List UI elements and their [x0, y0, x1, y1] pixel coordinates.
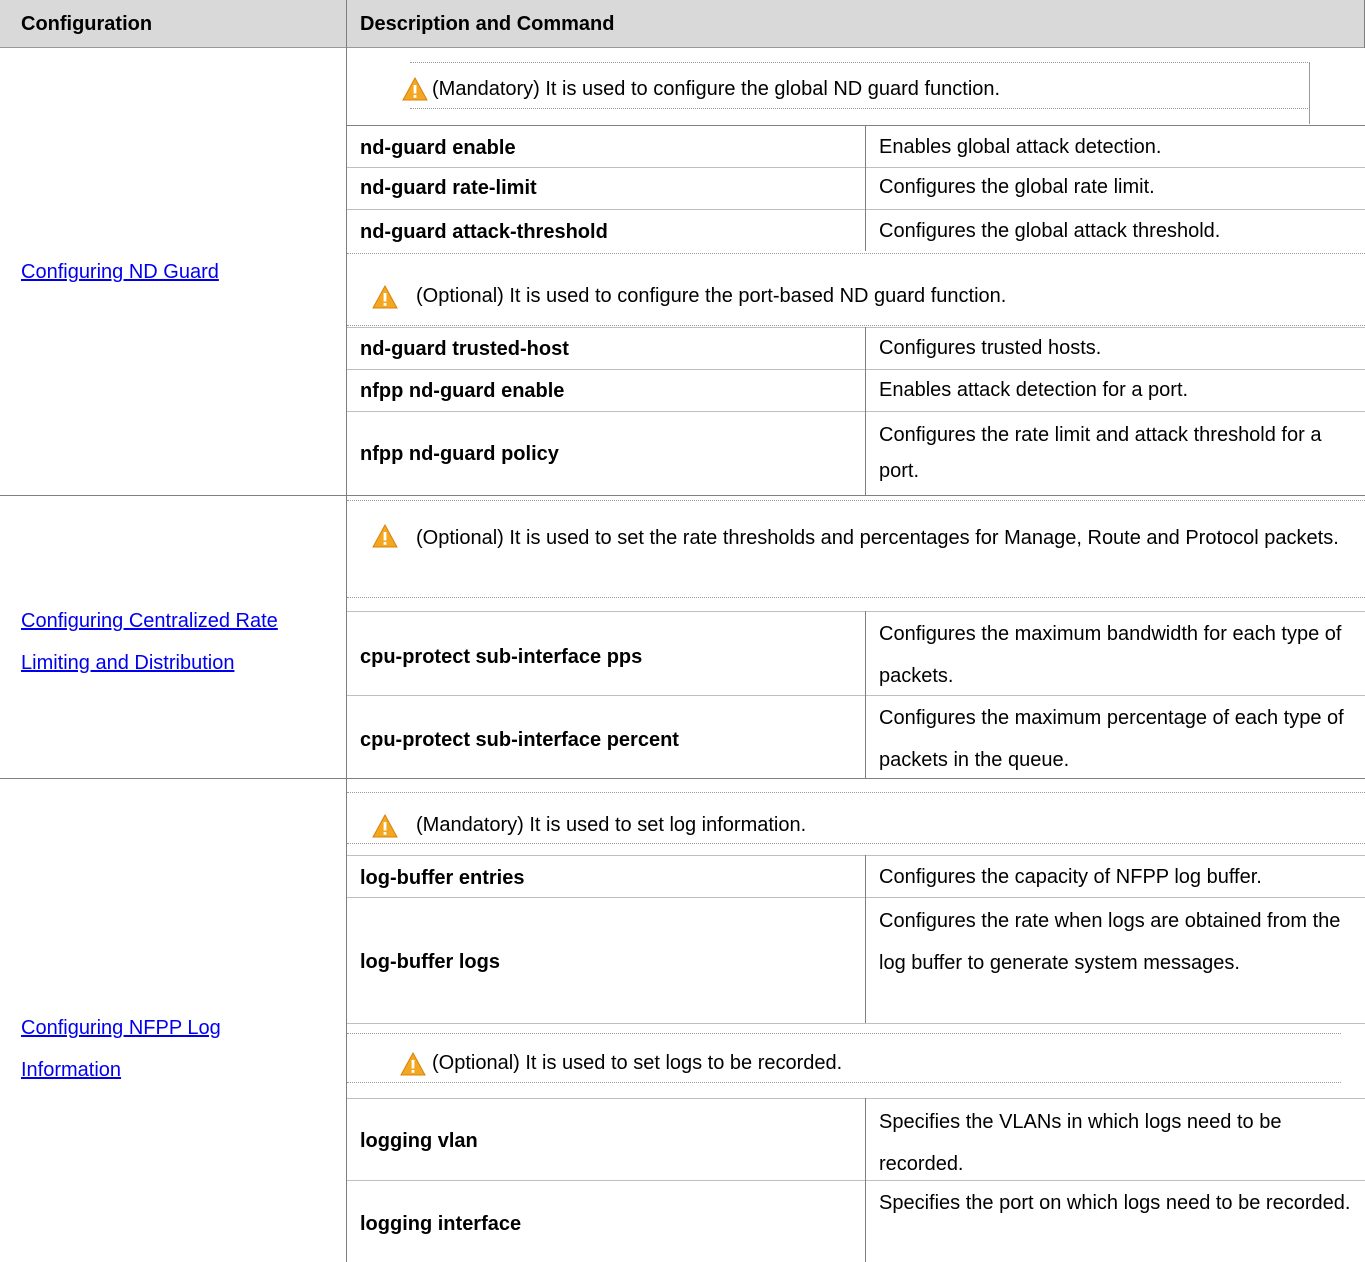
- row-divider: [347, 125, 1365, 126]
- note-border: [347, 1082, 1341, 1083]
- header-description: Description and Command: [360, 13, 615, 35]
- command-nd-guard-rate-limit: nd-guard rate-limit: [360, 177, 537, 199]
- command-cpu-protect-percent: cpu-protect sub-interface percent: [360, 729, 679, 751]
- command-nfpp-nd-guard-enable: nfpp nd-guard enable: [360, 380, 565, 402]
- link-configuring-centralized-rate-limiting[interactable]: Configuring Centralized Rate Limiting an…: [21, 600, 341, 684]
- warning-icon: [372, 285, 398, 309]
- note-border: [347, 843, 1365, 844]
- row-divider: [347, 897, 1365, 898]
- warning-icon: [372, 524, 398, 548]
- warning-icon: [372, 814, 398, 838]
- row-divider: [347, 1098, 1365, 1099]
- description-logging-interface: Specifies the port on which logs need to…: [879, 1192, 1351, 1214]
- description-log-buffer-entries: Configures the capacity of NFPP log buff…: [879, 866, 1262, 888]
- note-border: [347, 792, 1365, 793]
- command-nd-guard-trusted-host: nd-guard trusted-host: [360, 338, 569, 360]
- warning-icon: [402, 77, 428, 101]
- warning-icon: [400, 1052, 426, 1076]
- description-nd-guard-enable: Enables global attack detection.: [879, 136, 1162, 158]
- note-border: [347, 500, 1365, 501]
- command-log-buffer-entries: log-buffer entries: [360, 867, 525, 889]
- row-divider: [347, 1180, 1365, 1181]
- description-log-buffer-logs: Configures the rate when logs are obtain…: [879, 910, 1341, 974]
- description-logging-vlan: Specifies the VLANs in which logs need t…: [879, 1111, 1282, 1175]
- description-nfpp-nd-guard-enable: Enables attack detection for a port.: [879, 379, 1189, 401]
- cell-divider: [865, 855, 866, 1023]
- command-nd-guard-enable: nd-guard enable: [360, 137, 516, 159]
- link-configuring-nd-guard[interactable]: Configuring ND Guard: [21, 254, 219, 290]
- command-nfpp-nd-guard-policy: nfpp nd-guard policy: [360, 443, 559, 465]
- cell-divider: [865, 327, 866, 495]
- table-header: Configuration Description and Command: [0, 0, 1365, 48]
- row-divider: [347, 167, 1365, 168]
- cell-divider: [865, 1098, 866, 1262]
- cell-divider: [865, 125, 866, 251]
- note-border: [347, 253, 1365, 254]
- link-configuring-nfpp-log-information[interactable]: Configuring NFPP Log Information: [21, 1007, 281, 1091]
- description-cpu-protect-percent: Configures the maximum percentage of eac…: [879, 707, 1344, 771]
- description-cpu-protect-pps: Configures the maximum bandwidth for eac…: [879, 623, 1342, 687]
- note-box-edge: [1309, 62, 1310, 124]
- command-nd-guard-attack-threshold: nd-guard attack-threshold: [360, 221, 608, 243]
- description-nd-guard-attack-threshold: Configures the global attack threshold.: [879, 220, 1221, 242]
- cell-divider: [865, 611, 866, 778]
- row-divider: [347, 411, 1365, 412]
- row-divider: [347, 855, 1365, 856]
- note-border: [347, 325, 1365, 326]
- note-border: [347, 1033, 1341, 1034]
- row-divider: [347, 369, 1365, 370]
- note-border: [410, 62, 1310, 63]
- row-divider: [347, 1023, 1365, 1024]
- note-optional-logs-recorded: (Optional) It is used to set logs to be …: [432, 1052, 843, 1074]
- row-divider: [347, 611, 1365, 612]
- note-optional-rate-thresholds: (Optional) It is used to set the rate th…: [416, 527, 1339, 549]
- group-divider: [0, 778, 1365, 779]
- description-nfpp-nd-guard-policy: Configures the rate limit and attack thr…: [879, 424, 1322, 482]
- row-divider: [347, 209, 1365, 210]
- description-nd-guard-rate-limit: Configures the global rate limit.: [879, 176, 1155, 198]
- config-table: Configuration Description and Command Co…: [0, 0, 1365, 1262]
- row-divider: [347, 695, 1365, 696]
- description-nd-guard-trusted-host: Configures trusted hosts.: [879, 337, 1102, 359]
- column-divider: [346, 0, 347, 1262]
- header-configuration: Configuration: [21, 13, 153, 35]
- group-divider: [0, 495, 1365, 496]
- note-optional-port: (Optional) It is used to configure the p…: [416, 285, 1007, 307]
- command-log-buffer-logs: log-buffer logs: [360, 951, 500, 973]
- command-logging-vlan: logging vlan: [360, 1130, 478, 1152]
- row-divider: [347, 327, 1365, 328]
- command-cpu-protect-pps: cpu-protect sub-interface pps: [360, 646, 643, 668]
- note-border: [347, 597, 1365, 598]
- note-mandatory-global: (Mandatory) It is used to configure the …: [432, 78, 1001, 100]
- note-mandatory-log-info: (Mandatory) It is used to set log inform…: [416, 814, 807, 836]
- command-logging-interface: logging interface: [360, 1213, 522, 1235]
- note-border: [410, 108, 1310, 109]
